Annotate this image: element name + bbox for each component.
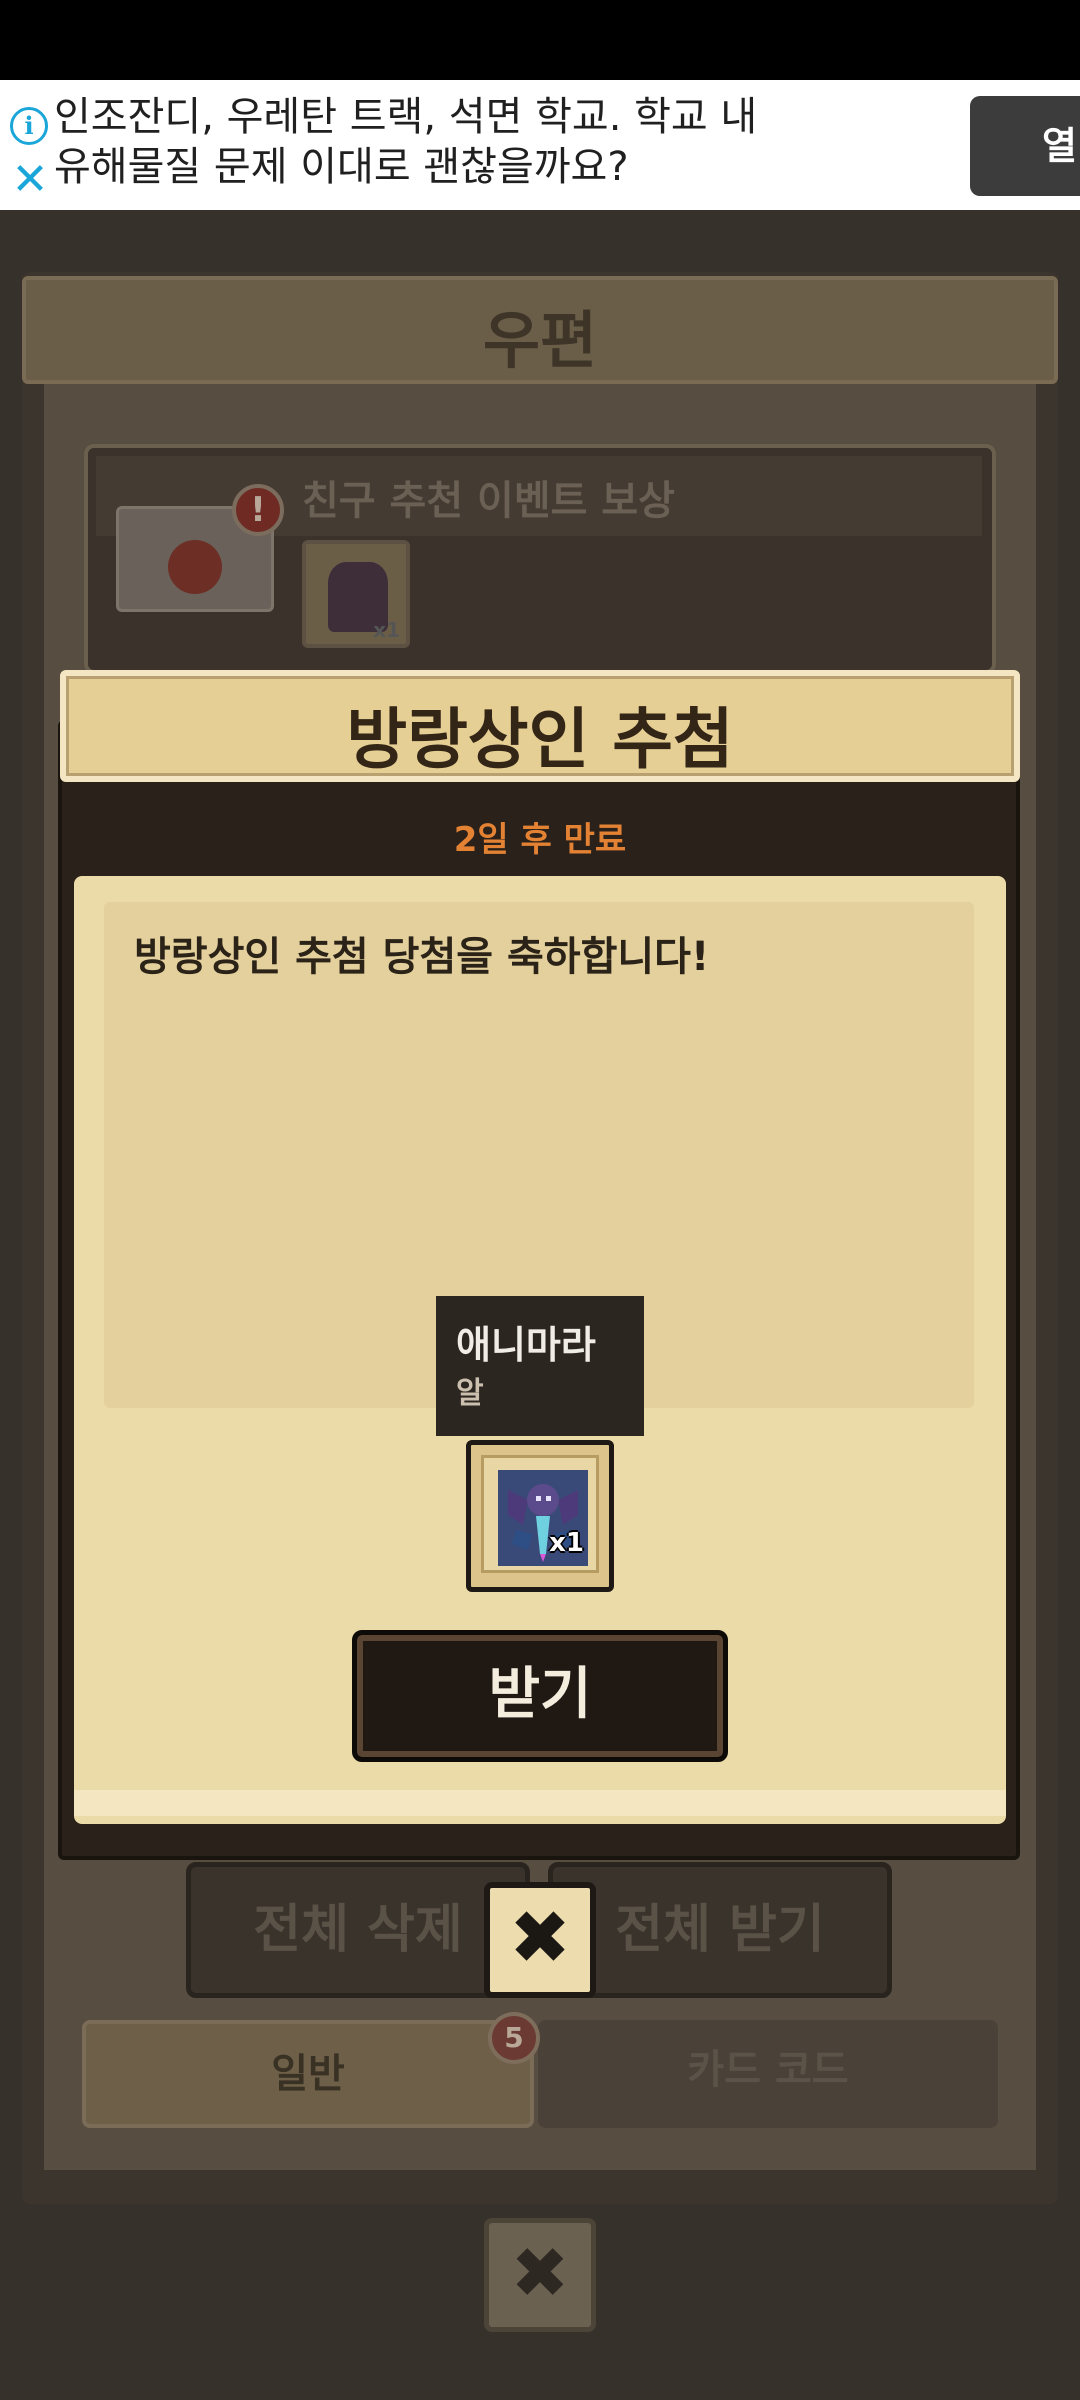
tab-card-code-label: 카드 코드: [687, 2047, 849, 2093]
tab-general[interactable]: 일반: [82, 2020, 534, 2128]
ad-open-button[interactable]: 열: [970, 96, 1080, 196]
tooltip-item-name: 애니마라: [456, 1323, 596, 1367]
delete-all-button[interactable]: 전체 삭제: [186, 1862, 530, 1998]
item-tooltip: 애니마라 알: [436, 1296, 644, 1436]
reward-item-frame: x1: [481, 1455, 599, 1573]
receive-all-button[interactable]: 전체 받기: [548, 1862, 892, 1998]
paper-edge: [74, 1790, 1006, 1816]
tooltip-item-type: 알: [456, 1376, 484, 1411]
popup-message: 방랑상인 추첨 당첨을 축하합니다!: [134, 934, 710, 980]
popup-title: 방랑상인 추첨: [346, 701, 734, 778]
close-popup-button[interactable]: ✖: [484, 1882, 596, 1998]
close-icon[interactable]: ✕: [10, 158, 50, 202]
unread-count-badge: 5: [488, 2012, 540, 2064]
receive-button-label: 받기: [488, 1662, 592, 1727]
delete-all-label: 전체 삭제: [253, 1900, 463, 1960]
status-bar: [0, 0, 1080, 80]
expiry-text: 2일 후 만료: [453, 820, 627, 860]
tab-card-code[interactable]: 카드 코드: [538, 2020, 998, 2128]
receive-all-label: 전체 받기: [615, 1900, 825, 1960]
mail-item-quantity: x1: [373, 618, 400, 642]
info-icon[interactable]: i: [10, 107, 48, 145]
tab-general-label: 일반: [271, 2051, 345, 2097]
reward-quantity: x1: [549, 1528, 584, 1558]
receive-button[interactable]: 받기: [352, 1630, 728, 1762]
mail-item-title: 친구 추천 이벤트 보상: [302, 478, 675, 524]
mail-item-reward-icon: x1: [302, 540, 410, 648]
close-mail-button[interactable]: ✖: [484, 2218, 596, 2332]
wax-seal-icon: [168, 540, 222, 594]
mail-title: 우편: [482, 304, 598, 377]
ad-text[interactable]: 인조잔디, 우레탄 트랙, 석면 학교. 학교 내 유해물질 문제 이대로 괜찮…: [54, 92, 794, 192]
alert-badge: !: [232, 484, 284, 536]
reward-item-slot[interactable]: x1: [466, 1440, 614, 1592]
